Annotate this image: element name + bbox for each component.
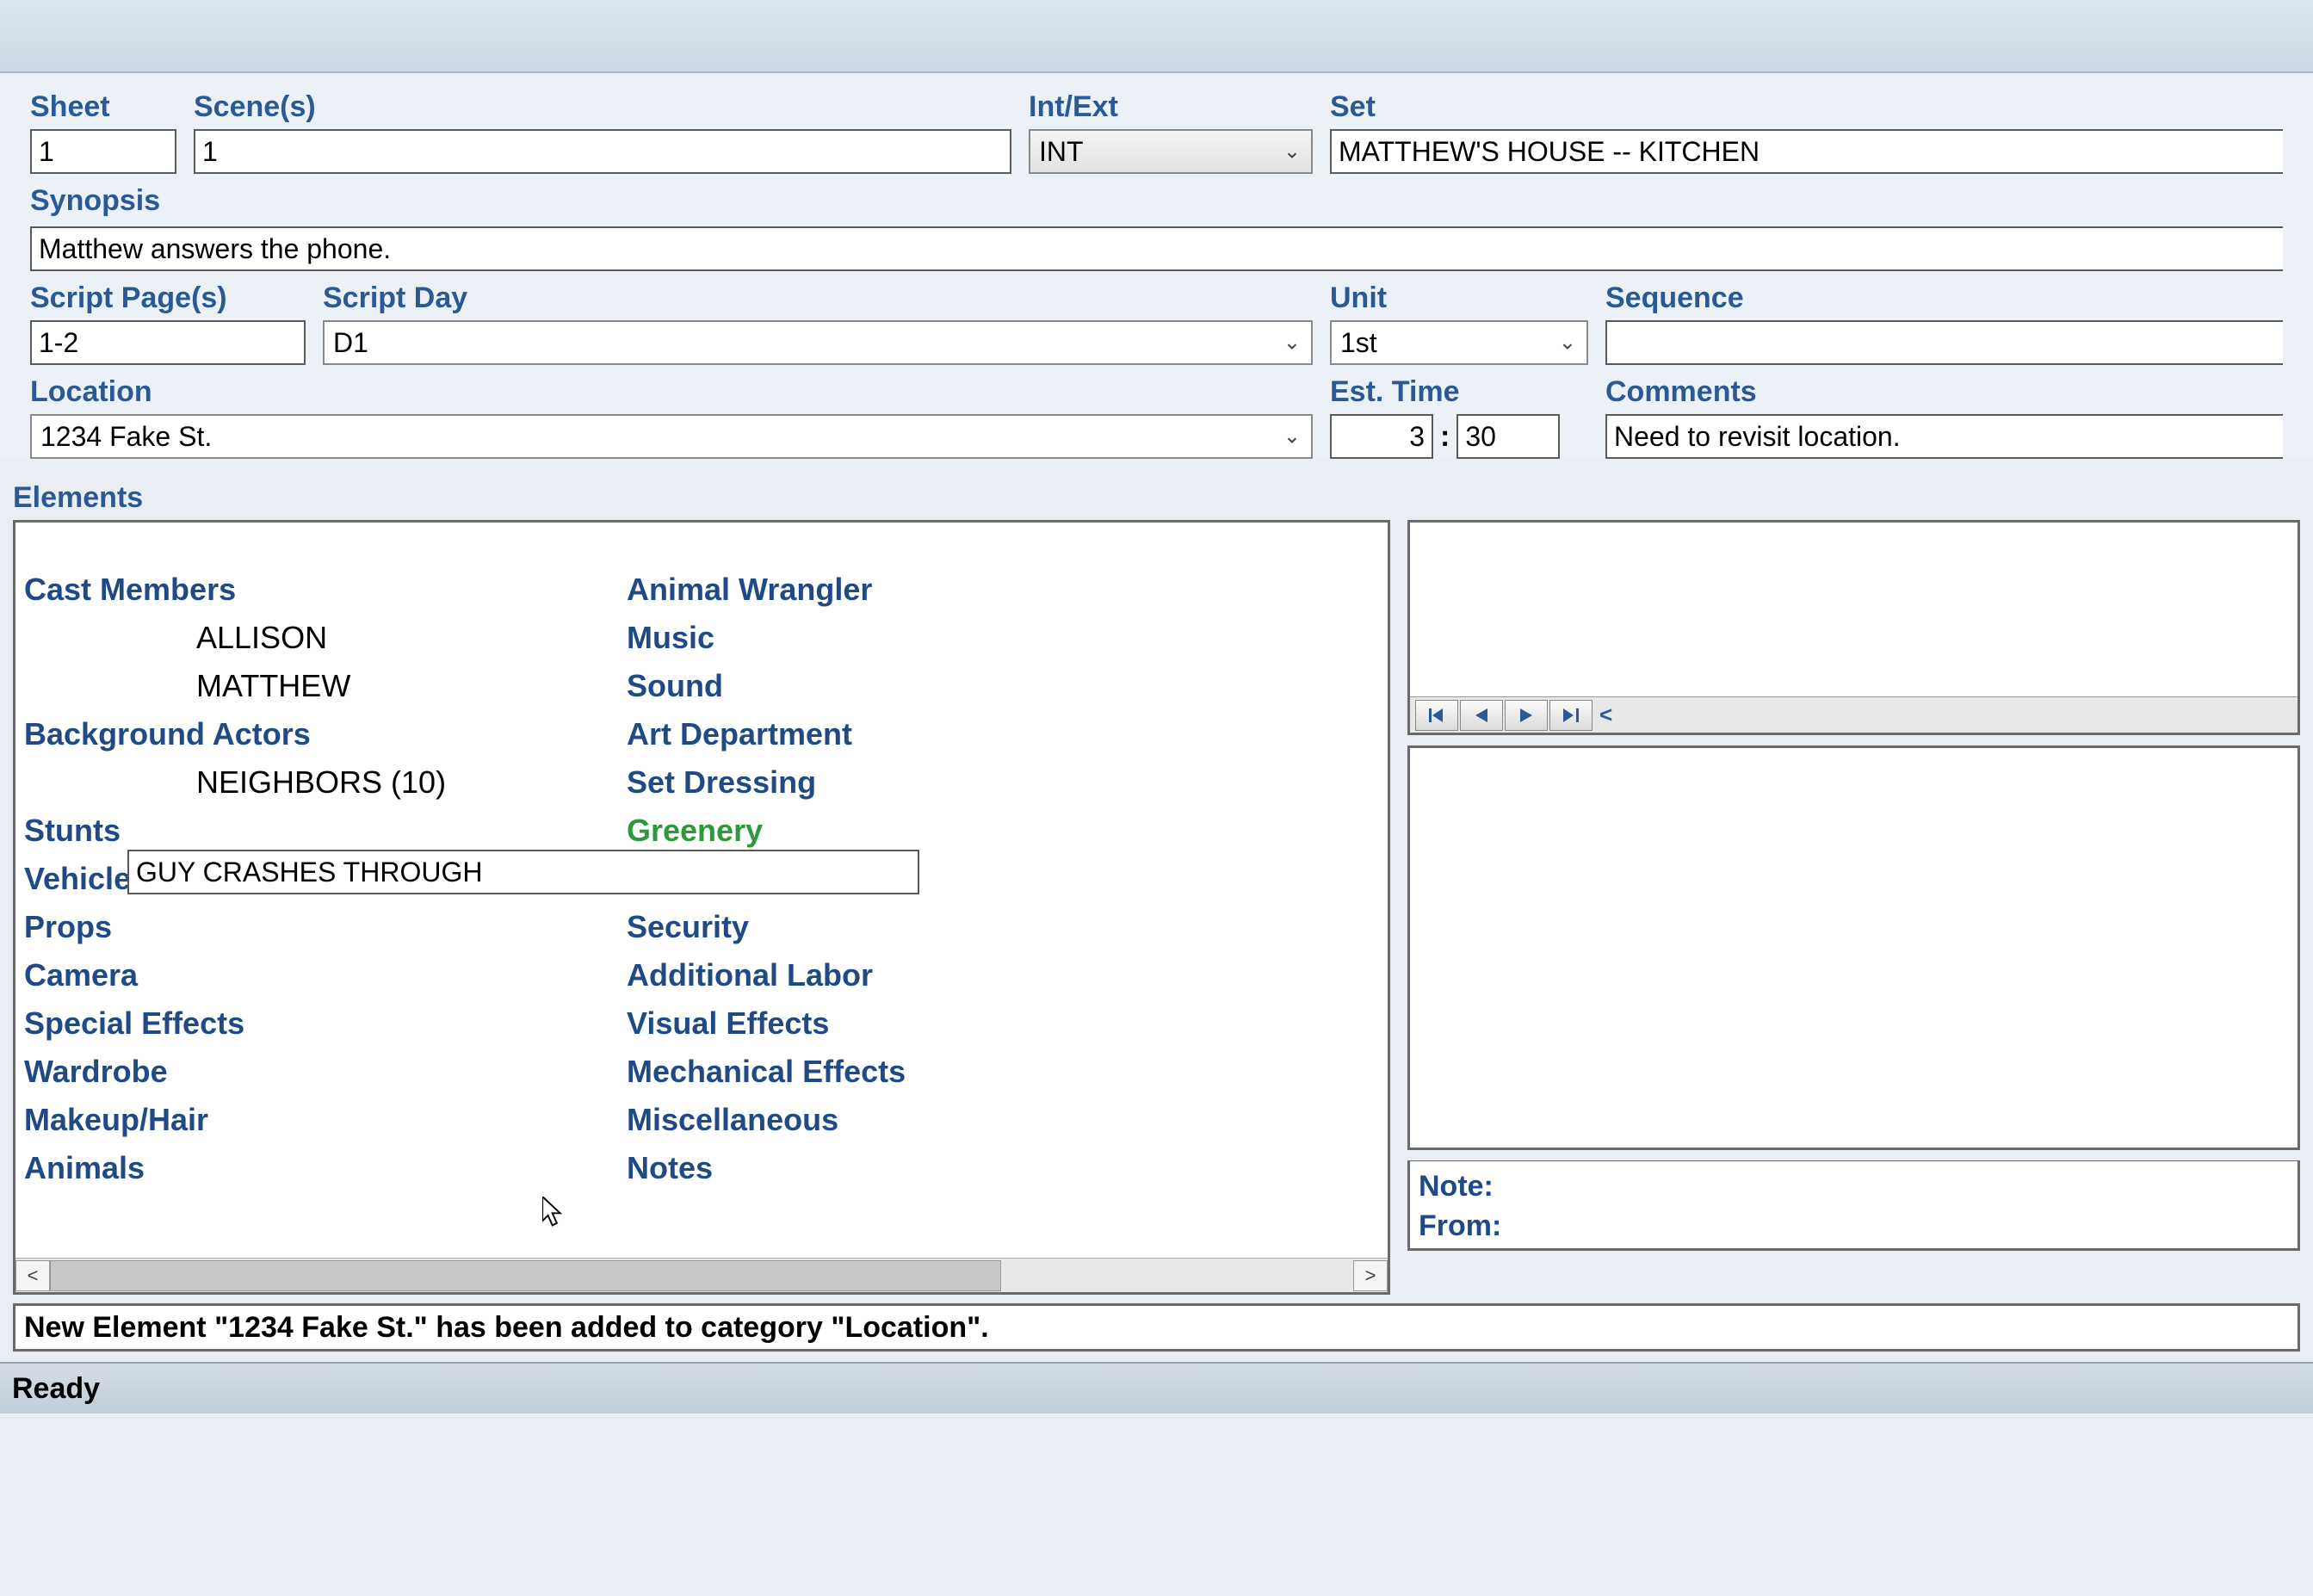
scroll-left-icon[interactable]: <	[15, 1260, 50, 1291]
comments-input[interactable]	[1605, 414, 2283, 459]
status-bar: Ready	[0, 1362, 2313, 1414]
skip-back-icon[interactable]	[1415, 700, 1458, 731]
script-day-value: D1	[333, 327, 368, 359]
category-header[interactable]: Set Dressing	[627, 758, 1238, 807]
set-input[interactable]	[1330, 129, 2283, 174]
category-column-1: Cast MembersALLISONMATTHEWBackground Act…	[15, 566, 618, 1258]
toolbar-strip	[0, 0, 2313, 73]
category-column-2: Animal WranglerMusicSoundArt DepartmentS…	[618, 566, 1238, 1258]
play-forward-icon[interactable]	[1505, 700, 1548, 731]
elements-hscrollbar[interactable]: < >	[15, 1258, 1388, 1292]
from-label: From:	[1419, 1206, 2289, 1246]
category-header[interactable]: Notes	[627, 1144, 1238, 1192]
sheet-label: Sheet	[30, 90, 176, 124]
category-header[interactable]: Miscellaneous	[627, 1096, 1238, 1144]
note-label: Note:	[1419, 1166, 2289, 1206]
unit-select[interactable]: 1st ⌄	[1330, 320, 1588, 365]
script-pages-label: Script Page(s)	[30, 281, 306, 315]
est-time-hours[interactable]	[1330, 414, 1433, 459]
element-item[interactable]: MATTHEW	[24, 662, 618, 710]
comments-label: Comments	[1605, 375, 2283, 409]
script-pages-input[interactable]	[30, 320, 306, 365]
category-header[interactable]: Sound	[627, 662, 1238, 710]
category-header[interactable]: Wardrobe	[24, 1048, 618, 1096]
sequence-label: Sequence	[1605, 281, 2283, 315]
category-header[interactable]: Camera	[24, 951, 618, 999]
category-header[interactable]: Props	[24, 903, 618, 951]
location-label: Location	[30, 375, 1313, 409]
category-header[interactable]: Additional Labor	[627, 951, 1238, 999]
category-header[interactable]: Art Department	[627, 710, 1238, 758]
location-value: 1234 Fake St.	[40, 421, 212, 453]
element-item[interactable]: NEIGHBORS (10)	[24, 758, 618, 807]
script-day-label: Script Day	[323, 281, 1313, 315]
category-header[interactable]: Makeup/Hair	[24, 1096, 618, 1144]
sheet-input[interactable]	[30, 129, 176, 174]
chevron-down-icon: ⌄	[1283, 331, 1301, 356]
category-header[interactable]: Mechanical Effects	[627, 1048, 1238, 1096]
intext-select[interactable]: INT ⌄	[1029, 129, 1313, 174]
elements-label: Elements	[0, 476, 2313, 520]
play-back-icon[interactable]	[1460, 700, 1503, 731]
media-extra-label: <	[1599, 702, 1612, 728]
note-panel: Note: From:	[1407, 1160, 2300, 1251]
category-header[interactable]: Animal Wrangler	[627, 566, 1238, 614]
category-header[interactable]: Music	[627, 614, 1238, 662]
media-preview-panel: <	[1407, 520, 2300, 735]
category-header[interactable]: Visual Effects	[627, 999, 1238, 1048]
est-time-sep: :	[1440, 420, 1450, 454]
chevron-down-icon: ⌄	[1283, 139, 1301, 164]
intext-value: INT	[1039, 136, 1084, 168]
element-edit-input[interactable]	[127, 850, 919, 894]
category-header[interactable]: Animals	[24, 1144, 618, 1192]
synopsis-input[interactable]	[30, 226, 2283, 271]
scenes-input[interactable]	[194, 129, 1011, 174]
synopsis-label: Synopsis	[30, 184, 2283, 218]
detail-panel	[1407, 745, 2300, 1150]
category-header[interactable]: Cast Members	[24, 566, 618, 614]
skip-forward-icon[interactable]	[1549, 700, 1593, 731]
chevron-down-icon: ⌄	[1559, 331, 1576, 356]
script-day-select[interactable]: D1 ⌄	[323, 320, 1313, 365]
breakdown-form: Sheet Scene(s) Int/Ext INT ⌄ Set Synopsi…	[0, 73, 2313, 459]
media-control-bar: <	[1410, 696, 2298, 733]
category-header[interactable]: Background Actors	[24, 710, 618, 758]
est-time-label: Est. Time	[1330, 375, 1588, 409]
intext-label: Int/Ext	[1029, 90, 1313, 124]
elements-panel: Cast MembersALLISONMATTHEWBackground Act…	[13, 520, 1390, 1295]
element-item[interactable]: ALLISON	[24, 614, 618, 662]
scenes-label: Scene(s)	[194, 90, 1011, 124]
sequence-input[interactable]	[1605, 320, 2283, 365]
chevron-down-icon: ⌄	[1283, 424, 1301, 449]
scroll-thumb[interactable]	[50, 1260, 1001, 1291]
scroll-track[interactable]	[50, 1260, 1353, 1291]
category-header[interactable]: Stunts	[24, 807, 618, 855]
scroll-right-icon[interactable]: >	[1353, 1260, 1388, 1291]
unit-value: 1st	[1340, 327, 1377, 359]
category-header[interactable]: Security	[627, 903, 1238, 951]
est-time-mins[interactable]	[1456, 414, 1560, 459]
set-label: Set	[1330, 90, 2283, 124]
status-message: New Element "1234 Fake St." has been add…	[13, 1303, 2300, 1352]
unit-label: Unit	[1330, 281, 1588, 315]
category-header[interactable]: Greenery	[627, 807, 1238, 855]
location-select[interactable]: 1234 Fake St. ⌄	[30, 414, 1313, 459]
category-header[interactable]: Special Effects	[24, 999, 618, 1048]
